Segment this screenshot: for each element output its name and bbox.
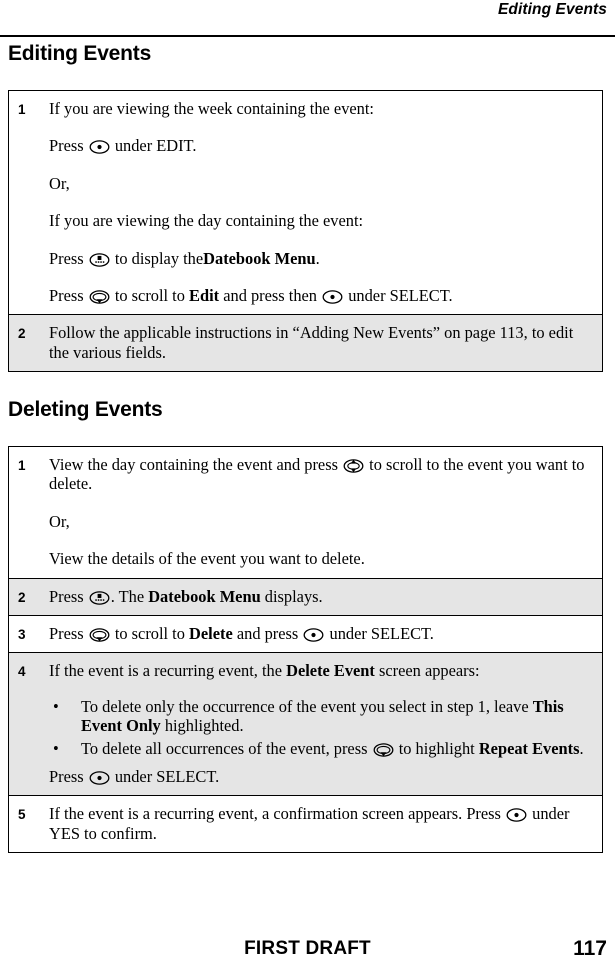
step-text: View the day containing the event and pr… (49, 455, 585, 494)
table-row: 2 Press . The Datebook Menu displays. (9, 578, 602, 617)
step-number: 3 (18, 627, 26, 643)
step-number: 5 (18, 807, 26, 823)
footer-page-number: 117 (573, 937, 607, 960)
step-text: If the event is a recurring event, the D… (49, 661, 480, 681)
scroll-down-key-icon (373, 742, 394, 757)
running-header-title: Editing Events (497, 1, 607, 18)
step-body: Follow the applicable instructions in “A… (49, 315, 602, 371)
table-row: 2 Follow the applicable instructions in … (9, 315, 602, 372)
menu-key-icon (89, 590, 110, 605)
select-key-icon (89, 771, 110, 785)
step-text: Press to scroll to Delete and press unde… (49, 624, 434, 644)
step-text: Or, (49, 511, 70, 531)
step-number: 1 (18, 102, 26, 117)
editing-events-step-table: 1 If you are viewing the week containing… (8, 90, 603, 373)
deleting-events-step-table: 1 View the day containing the event and … (8, 446, 603, 854)
step-body: If the event is a recurring event, the D… (49, 653, 602, 795)
select-key-icon (322, 290, 343, 304)
table-row: 1 If you are viewing the week containing… (9, 91, 602, 316)
scroll-up-down-key-icon (343, 459, 364, 473)
step-text: Press . The Datebook Menu displays. (49, 586, 323, 606)
select-key-icon (303, 628, 324, 642)
step-text: Press under SELECT. (49, 767, 220, 787)
select-key-icon (506, 808, 527, 823)
step-text: View the details of the event you want t… (49, 549, 365, 569)
step-text: If you are viewing the week containing t… (49, 99, 374, 118)
menu-key-icon (89, 252, 110, 267)
step-text: Press to display theDatebook Menu. (49, 248, 320, 268)
step-text: If the event is a recurring event, a con… (49, 804, 570, 843)
list-item: • To delete only the occurrence of the e… (53, 696, 564, 736)
section-heading-editing-events: Editing Events (8, 42, 152, 65)
step-number: 4 (18, 664, 26, 680)
table-row: 1 View the day containing the event and … (9, 447, 602, 579)
table-row: 4 If the event is a recurring event, the… (9, 653, 602, 797)
step-text: Follow the applicable instructions in “A… (49, 323, 574, 362)
step-text: If you are viewing the day containing th… (49, 211, 364, 231)
step-body: Press . The Datebook Menu displays. (49, 579, 602, 615)
footer-draft-label: FIRST DRAFT (244, 938, 371, 959)
manual-page: Editing Events Editing Events 1 If you a… (0, 0, 615, 962)
section-heading-deleting-events: Deleting Events (8, 398, 163, 421)
delete-options-list: • To delete only the occurrence of the e… (49, 697, 592, 758)
bullet-icon: • (53, 738, 59, 758)
step-text: Press to scroll to Edit and press then u… (49, 286, 453, 306)
step-number: 2 (18, 326, 26, 342)
step-body: View the day containing the event and pr… (49, 447, 602, 578)
step-number: 1 (18, 458, 26, 473)
select-key-icon (89, 140, 110, 155)
step-number: 2 (18, 589, 26, 605)
step-body: If you are viewing the week containing t… (49, 91, 602, 314)
page-footer: FIRST DRAFT 117 (0, 937, 615, 962)
step-text: Or, (49, 173, 70, 193)
bullet-icon: • (53, 696, 59, 716)
list-item: • To delete all occurrences of the event… (53, 738, 584, 758)
table-row: 3 Press to scroll to Delete and press un… (9, 616, 602, 654)
step-body: If the event is a recurring event, a con… (49, 796, 602, 852)
scroll-down-key-icon (89, 290, 110, 304)
step-text: Press under EDIT. (49, 136, 197, 156)
scroll-down-key-icon (89, 628, 110, 642)
step-body: Press to scroll to Delete and press unde… (49, 616, 602, 652)
header-divider-rule (0, 35, 615, 37)
table-row: 5 If the event is a recurring event, a c… (9, 796, 602, 853)
